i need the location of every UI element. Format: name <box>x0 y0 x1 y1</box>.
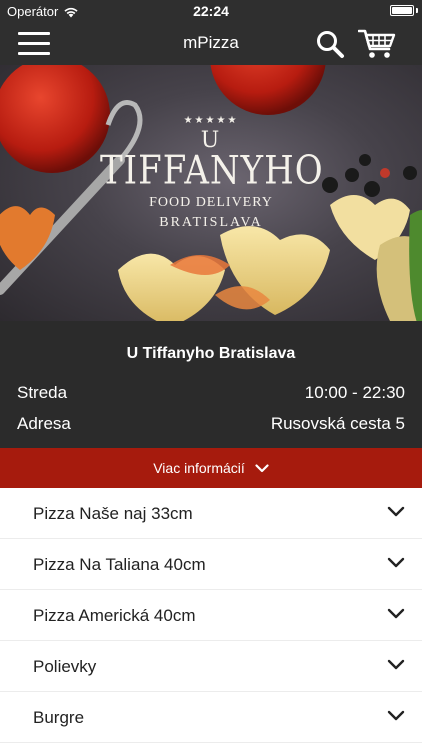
battery-icon <box>390 5 414 16</box>
category-label: Pizza Americká 40cm <box>33 606 196 625</box>
battery-tip <box>416 8 418 13</box>
chevron-down-icon <box>387 659 405 670</box>
restaurant-hero-image: ★★★★★ U TIFFANYHO FOOD DELIVERY BRATISLA… <box>0 65 422 321</box>
chevron-down-icon <box>387 557 405 568</box>
category-label: Polievky <box>33 657 97 676</box>
address-row: Adresa Rusovská cesta 5 <box>17 414 405 434</box>
address-label: Adresa <box>17 414 71 433</box>
restaurant-logo: ★★★★★ U TIFFANYHO FOOD DELIVERY BRATISLA… <box>100 115 324 285</box>
more-info-label: Viac informácií <box>153 460 245 476</box>
restaurant-name: U Tiffanyho Bratislava <box>126 345 296 362</box>
category-label: Burgre <box>33 708 85 727</box>
logo-subtitle: FOOD DELIVERY <box>149 195 273 210</box>
logo-name: TIFFANYHO <box>100 148 324 194</box>
nav-bar: mPizza <box>0 22 422 65</box>
chevron-down-icon <box>387 608 405 619</box>
status-bar: Operátor 22:24 <box>0 0 422 22</box>
chevron-down-icon <box>255 463 269 472</box>
logo-city: BRATISLAVA <box>159 215 263 230</box>
day-label: Streda <box>17 383 68 402</box>
search-icon[interactable] <box>315 29 345 59</box>
cart-icon[interactable] <box>358 28 396 60</box>
category-row[interactable]: Pizza Naše naj 33cm <box>0 488 422 539</box>
category-row[interactable]: Polievky <box>0 641 422 692</box>
menu-categories: Pizza Naše naj 33cm Pizza Na Taliana 40c… <box>0 488 422 743</box>
hours-value: 10:00 - 22:30 <box>304 383 405 402</box>
opening-hours-row: Streda 10:00 - 22:30 <box>17 383 405 403</box>
logo-stars: ★★★★★ <box>183 115 239 126</box>
status-time: 22:24 <box>193 3 229 19</box>
category-row[interactable]: Pizza Americká 40cm <box>0 590 422 641</box>
chevron-down-icon <box>387 506 405 517</box>
more-info-button[interactable]: Viac informácií <box>0 448 422 488</box>
chevron-down-icon <box>387 710 405 721</box>
category-row[interactable]: Burgre <box>0 692 422 743</box>
category-row[interactable]: Pizza Na Taliana 40cm <box>0 539 422 590</box>
category-label: Pizza Na Taliana 40cm <box>33 555 206 574</box>
category-label: Pizza Naše naj 33cm <box>33 504 193 523</box>
restaurant-info: U Tiffanyho Bratislava Streda 10:00 - 22… <box>0 321 422 448</box>
address-value: Rusovská cesta 5 <box>270 414 405 433</box>
